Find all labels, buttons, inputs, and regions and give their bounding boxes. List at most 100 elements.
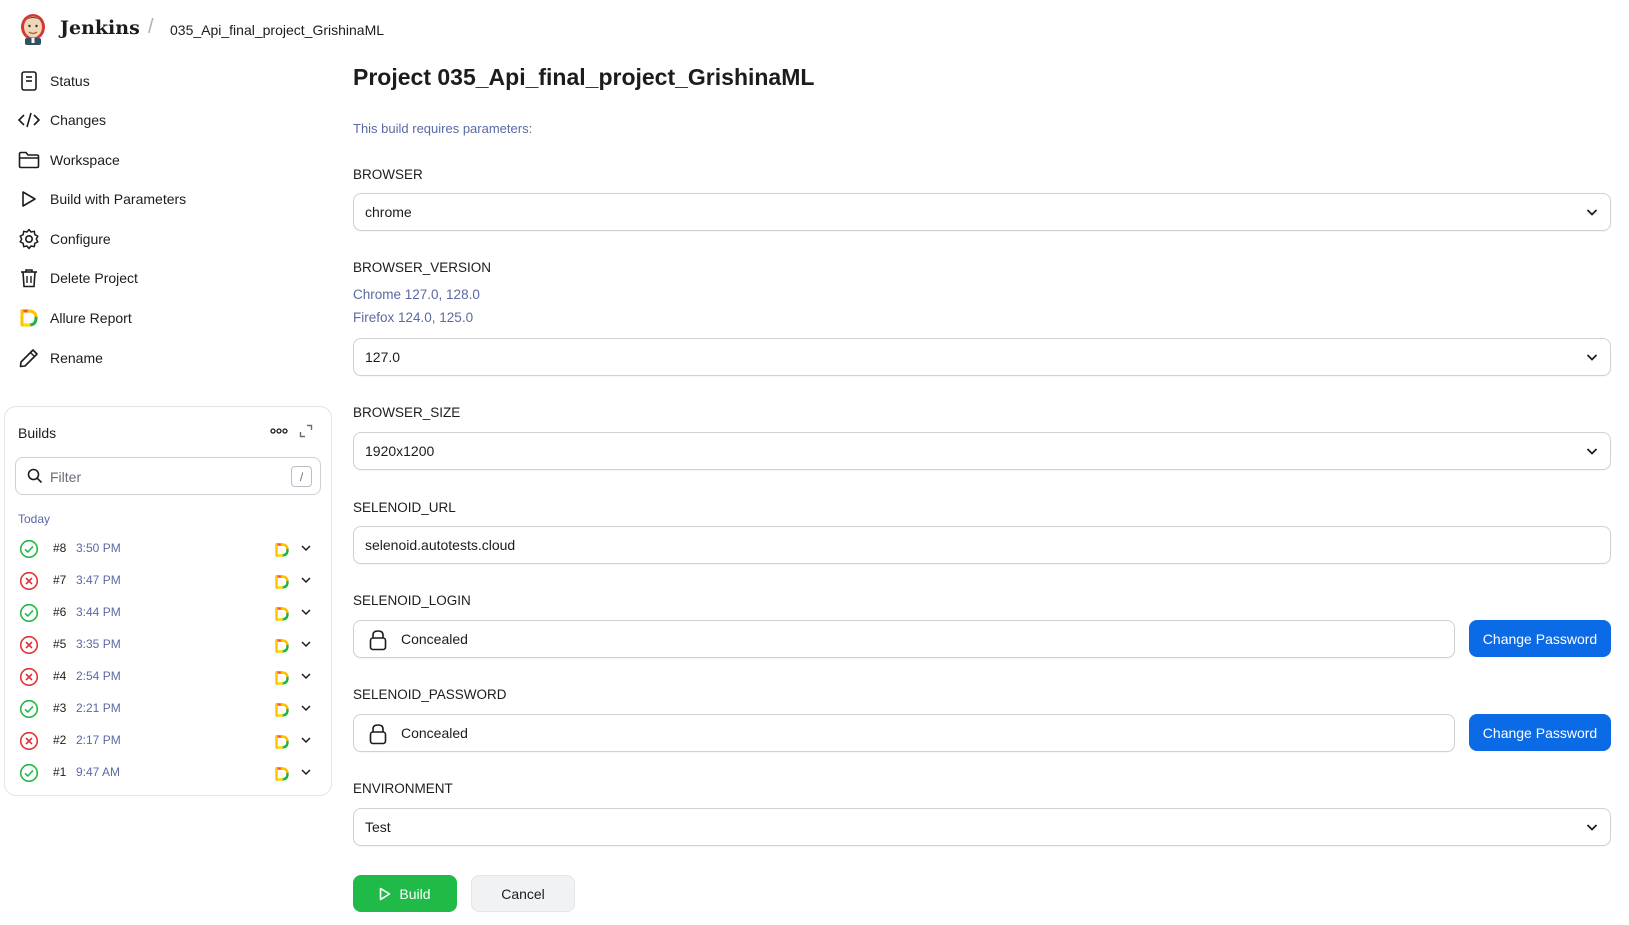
sidebar-item-label: Rename bbox=[50, 350, 103, 366]
build-row[interactable]: #8 3:50 PM bbox=[17, 537, 317, 561]
build-time[interactable]: 3:50 PM bbox=[76, 541, 121, 555]
trash-icon bbox=[18, 267, 40, 289]
search-icon bbox=[27, 468, 43, 487]
jenkins-logo-icon[interactable] bbox=[18, 12, 48, 46]
build-row[interactable]: #2 2:17 PM bbox=[17, 729, 317, 753]
build-number[interactable]: #5 bbox=[53, 637, 66, 651]
page-title: Project 035_Api_final_project_GrishinaML bbox=[353, 64, 815, 90]
allure-report-icon[interactable] bbox=[274, 574, 290, 590]
build-row[interactable]: #5 3:35 PM bbox=[17, 633, 317, 657]
build-time[interactable]: 2:54 PM bbox=[76, 669, 121, 683]
build-number[interactable]: #4 bbox=[53, 669, 66, 683]
builds-group-label: Today bbox=[18, 512, 51, 526]
build-time[interactable]: 9:47 AM bbox=[76, 765, 120, 779]
chevron-down-icon[interactable] bbox=[297, 603, 315, 621]
sidebar-item-label: Build with Parameters bbox=[50, 191, 187, 207]
param-label-browser-version: BROWSER_VERSION bbox=[353, 260, 492, 275]
chevron-down-icon[interactable] bbox=[297, 699, 315, 717]
build-number[interactable]: #8 bbox=[53, 541, 66, 555]
sidebar-item-rename[interactable]: Rename bbox=[18, 343, 103, 373]
failed-x-icon bbox=[19, 635, 39, 655]
filter-input[interactable] bbox=[50, 466, 270, 488]
jenkins-brand[interactable]: Jenkins bbox=[60, 17, 140, 39]
breadcrumb-project[interactable]: 035_Api_final_project_GrishinaML bbox=[170, 22, 384, 38]
lock-icon bbox=[368, 723, 388, 745]
sidebar-item-allure-report[interactable]: Allure Report bbox=[18, 303, 132, 333]
build-time[interactable]: 3:47 PM bbox=[76, 573, 121, 587]
sidebar-item-status[interactable]: Status bbox=[18, 66, 90, 96]
builds-filter[interactable]: / bbox=[15, 457, 321, 495]
input-value: selenoid.autotests.cloud bbox=[365, 537, 516, 553]
chevron-down-icon[interactable] bbox=[297, 763, 315, 781]
failed-x-icon bbox=[19, 731, 39, 751]
build-number[interactable]: #1 bbox=[53, 765, 66, 779]
selenoid-url-input[interactable]: selenoid.autotests.cloud bbox=[353, 526, 1611, 564]
change-password-button-login[interactable]: Change Password bbox=[1469, 620, 1611, 657]
param-label-browser-size: BROWSER_SIZE bbox=[353, 405, 461, 420]
chevron-down-icon[interactable] bbox=[297, 667, 315, 685]
code-icon bbox=[18, 109, 40, 131]
chevron-down-icon[interactable] bbox=[297, 635, 315, 653]
browser-version-select[interactable]: 127.0 bbox=[353, 338, 1611, 376]
chevron-down-icon[interactable] bbox=[297, 731, 315, 749]
build-time[interactable]: 2:17 PM bbox=[76, 733, 121, 747]
build-row[interactable]: #4 2:54 PM bbox=[17, 665, 317, 689]
keyboard-shortcut-hint: / bbox=[291, 466, 312, 487]
build-number[interactable]: #7 bbox=[53, 573, 66, 587]
browser-size-select[interactable]: 1920x1200 bbox=[353, 432, 1611, 470]
more-options-icon[interactable] bbox=[267, 419, 291, 443]
builds-panel: Builds / Today #8 3:50 PM #7 3:47 PM #6 3:44 … bbox=[4, 406, 332, 796]
allure-report-icon[interactable] bbox=[274, 606, 290, 622]
sidebar-item-label: Workspace bbox=[50, 152, 120, 168]
expand-icon[interactable] bbox=[295, 419, 317, 443]
allure-report-icon[interactable] bbox=[274, 734, 290, 750]
build-button-label: Build bbox=[399, 885, 431, 902]
select-value: chrome bbox=[365, 204, 412, 220]
cancel-button[interactable]: Cancel bbox=[471, 875, 575, 912]
chevron-down-icon[interactable] bbox=[297, 539, 315, 557]
chevron-down-icon[interactable] bbox=[297, 571, 315, 589]
build-row[interactable]: #7 3:47 PM bbox=[17, 569, 317, 593]
select-value: Test bbox=[365, 819, 391, 835]
build-number[interactable]: #6 bbox=[53, 605, 66, 619]
success-check-icon bbox=[19, 699, 39, 719]
breadcrumb-separator: / bbox=[148, 16, 154, 38]
chevron-down-icon bbox=[1584, 204, 1600, 220]
sidebar-item-delete-project[interactable]: Delete Project bbox=[18, 263, 138, 293]
param-label-selenoid-url: SELENOID_URL bbox=[353, 500, 456, 515]
allure-report-icon[interactable] bbox=[274, 702, 290, 718]
environment-select[interactable]: Test bbox=[353, 808, 1611, 846]
build-row[interactable]: #6 3:44 PM bbox=[17, 601, 317, 625]
param-label-browser: BROWSER bbox=[353, 167, 423, 182]
allure-report-icon[interactable] bbox=[274, 638, 290, 654]
sidebar-item-workspace[interactable]: Workspace bbox=[18, 145, 120, 175]
select-value: 127.0 bbox=[365, 349, 401, 365]
sidebar-item-configure[interactable]: Configure bbox=[18, 224, 111, 254]
selenoid-login-field: Concealed bbox=[353, 620, 1455, 658]
browser-select[interactable]: chrome bbox=[353, 193, 1611, 231]
build-button[interactable]: Build bbox=[353, 875, 457, 912]
failed-x-icon bbox=[19, 667, 39, 687]
success-check-icon bbox=[19, 603, 39, 623]
builds-title: Builds bbox=[18, 425, 57, 441]
build-number[interactable]: #2 bbox=[53, 733, 66, 747]
sidebar-item-label: Allure Report bbox=[50, 310, 132, 326]
concealed-value: Concealed bbox=[401, 631, 468, 647]
build-number[interactable]: #3 bbox=[53, 701, 66, 715]
build-time[interactable]: 2:21 PM bbox=[76, 701, 121, 715]
play-icon bbox=[18, 188, 40, 210]
param-label-selenoid-password: SELENOID_PASSWORD bbox=[353, 687, 507, 702]
allure-report-icon[interactable] bbox=[274, 542, 290, 558]
build-time[interactable]: 3:35 PM bbox=[76, 637, 121, 651]
build-row[interactable]: #3 2:21 PM bbox=[17, 697, 317, 721]
allure-report-icon[interactable] bbox=[274, 766, 290, 782]
chevron-down-icon bbox=[1584, 443, 1600, 459]
build-time[interactable]: 3:44 PM bbox=[76, 605, 121, 619]
change-password-button-password[interactable]: Change Password bbox=[1469, 714, 1611, 751]
sidebar-item-changes[interactable]: Changes bbox=[18, 105, 106, 135]
allure-report-icon[interactable] bbox=[274, 670, 290, 686]
failed-x-icon bbox=[19, 571, 39, 591]
sidebar-item-build-with-parameters[interactable]: Build with Parameters bbox=[18, 184, 186, 214]
sidebar-item-label: Delete Project bbox=[50, 270, 138, 286]
build-row[interactable]: #1 9:47 AM bbox=[17, 761, 317, 785]
